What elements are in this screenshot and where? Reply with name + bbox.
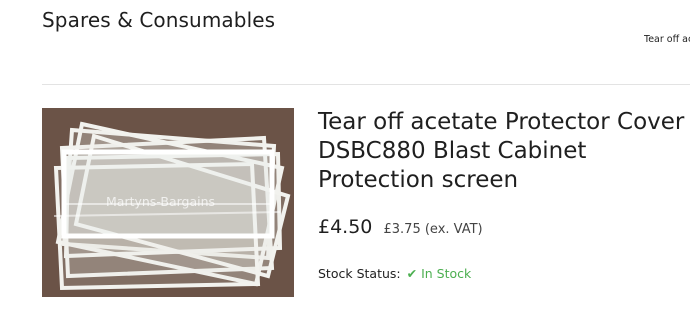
image-watermark: Martyns-Bargains xyxy=(106,194,216,209)
price-inc-vat: £4.50 xyxy=(318,216,373,238)
price-row: £4.50 £3.75 (ex. VAT) xyxy=(318,216,483,238)
price-ex-vat: £3.75 (ex. VAT) xyxy=(383,222,483,237)
product-title: Tear off acetate Protector Cover DSBC880… xyxy=(318,109,685,193)
product-page: Spares & Consumables Tear off acetate Pr… xyxy=(0,0,690,327)
product-image[interactable]: Martyns-Bargains xyxy=(42,108,294,297)
stock-status-value: In Stock xyxy=(421,266,472,281)
stock-status-label: Stock Status: xyxy=(318,266,401,281)
stock-status: Stock Status: ✔ In Stock xyxy=(318,266,471,281)
breadcrumb-current[interactable]: Tear off acetate Protector Cover DSBC880… xyxy=(644,34,690,45)
section-title: Spares & Consumables xyxy=(42,8,276,32)
header-divider xyxy=(42,84,690,85)
check-icon: ✔ xyxy=(406,266,418,281)
